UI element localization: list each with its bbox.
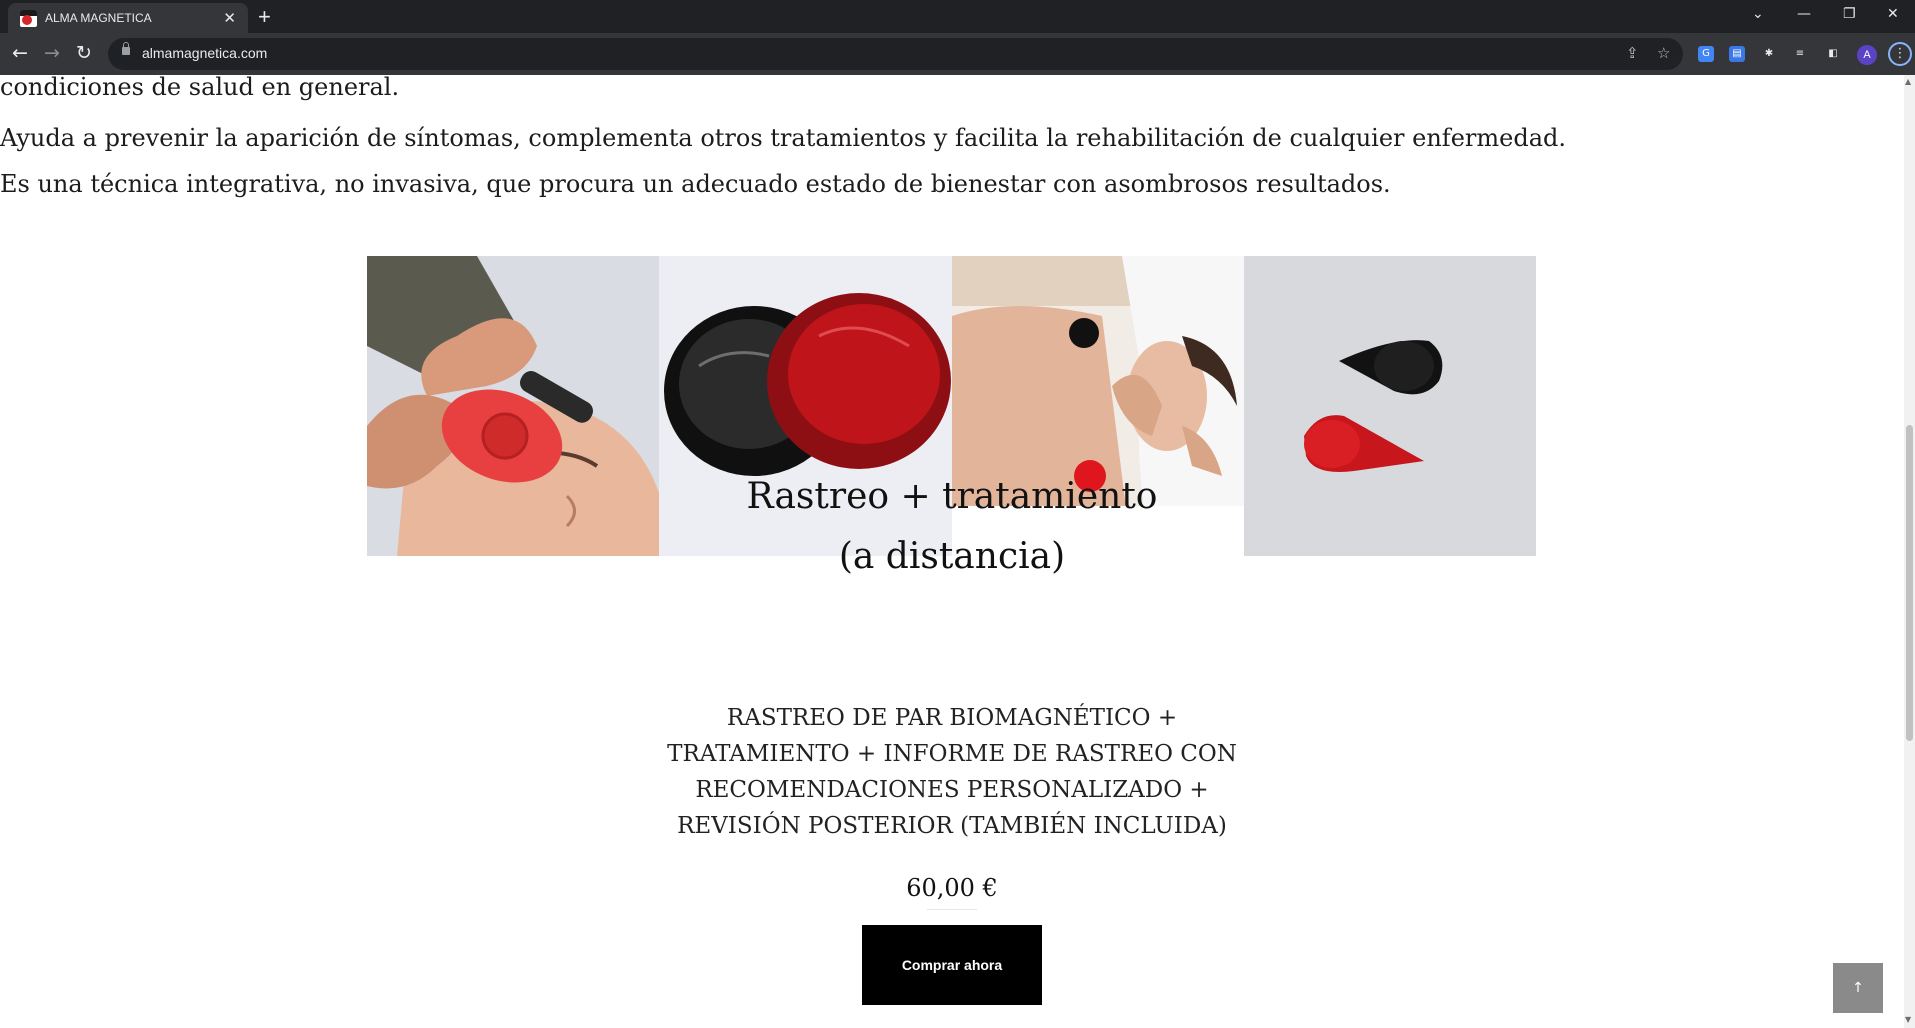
partial-paragraph: condiciones de salud en general. [0,75,400,101]
product-description-line-1: RASTREO DE PAR BIOMAGNÉTICO + [726,705,1178,731]
tab-search-chevron-icon[interactable]: ⌄ [1752,6,1764,22]
profile-avatar[interactable]: A [1857,45,1877,65]
browser-tab-active[interactable]: ALMA MAGNETICA ✕ [8,3,248,33]
forward-button[interactable]: → [44,42,60,64]
url-text[interactable]: almamagnetica.com [142,45,267,61]
tab-close-icon[interactable]: ✕ [223,9,236,27]
back-to-top-button[interactable]: ↑ [1833,963,1883,1013]
reload-button[interactable]: ↻ [76,42,92,64]
paragraph-prevention: Ayuda a prevenir la aparición de síntoma… [0,124,1566,152]
product-title-line-1[interactable]: Rastreo + tratamiento [0,476,1904,517]
puzzle-extensions-icon[interactable]: ✱ [1761,46,1777,62]
paragraph-integrative: Es una técnica integrativa, no invasiva,… [0,170,1391,198]
lock-icon[interactable] [122,42,130,55]
page-viewport: condiciones de salud en general. Ayuda a… [0,75,1904,1028]
product-description-line-3: RECOMENDACIONES PERSONALIZADO + [695,777,1209,803]
browser-menu-button[interactable]: ⋮ [1888,42,1912,66]
product-description-line-2: TRATAMIENTO + INFORME DE RASTREO CON [667,741,1237,767]
document-extension-icon[interactable]: ▤ [1729,46,1745,62]
address-bar[interactable]: almamagnetica.com ⇪ ☆ [108,38,1683,70]
site-favicon-icon [20,9,37,27]
reading-list-icon[interactable]: ≡ [1792,46,1808,62]
scroll-up-arrow-icon[interactable]: ▲ [1905,77,1911,86]
scroll-down-arrow-icon[interactable]: ▼ [1905,1015,1911,1024]
buy-now-button[interactable]: Comprar ahora [862,925,1042,1005]
browser-tab-strip: ALMA MAGNETICA ✕ + ⌄ — ❐ ✕ [0,0,1915,33]
tab-title: ALMA MAGNETICA [45,11,152,25]
scrollbar-thumb[interactable] [1906,425,1913,741]
new-tab-button[interactable]: + [258,4,271,30]
browser-toolbar: ← → ↻ almamagnetica.com ⇪ ☆ G ▤ ✱ ≡ ◧ A … [0,33,1915,75]
price-divider [927,909,977,910]
restore-window-button[interactable]: ❐ [1843,6,1856,22]
translate-extension-icon[interactable]: G [1698,46,1714,62]
back-button[interactable]: ← [12,42,28,64]
close-window-button[interactable]: ✕ [1887,6,1899,22]
product-description-line-4: REVISIÓN POSTERIOR (TAMBIÉN INCLUIDA) [677,813,1227,839]
minimize-window-button[interactable]: — [1797,6,1811,22]
product-title-line-2[interactable]: (a distancia) [0,536,1904,577]
page-scrollbar[interactable]: ▲ ▼ [1904,75,1915,1028]
share-icon[interactable]: ⇪ [1626,44,1639,62]
side-panel-icon[interactable]: ◧ [1825,46,1841,62]
product-price: 60,00 € [906,874,998,902]
bookmark-star-icon[interactable]: ☆ [1657,44,1670,62]
